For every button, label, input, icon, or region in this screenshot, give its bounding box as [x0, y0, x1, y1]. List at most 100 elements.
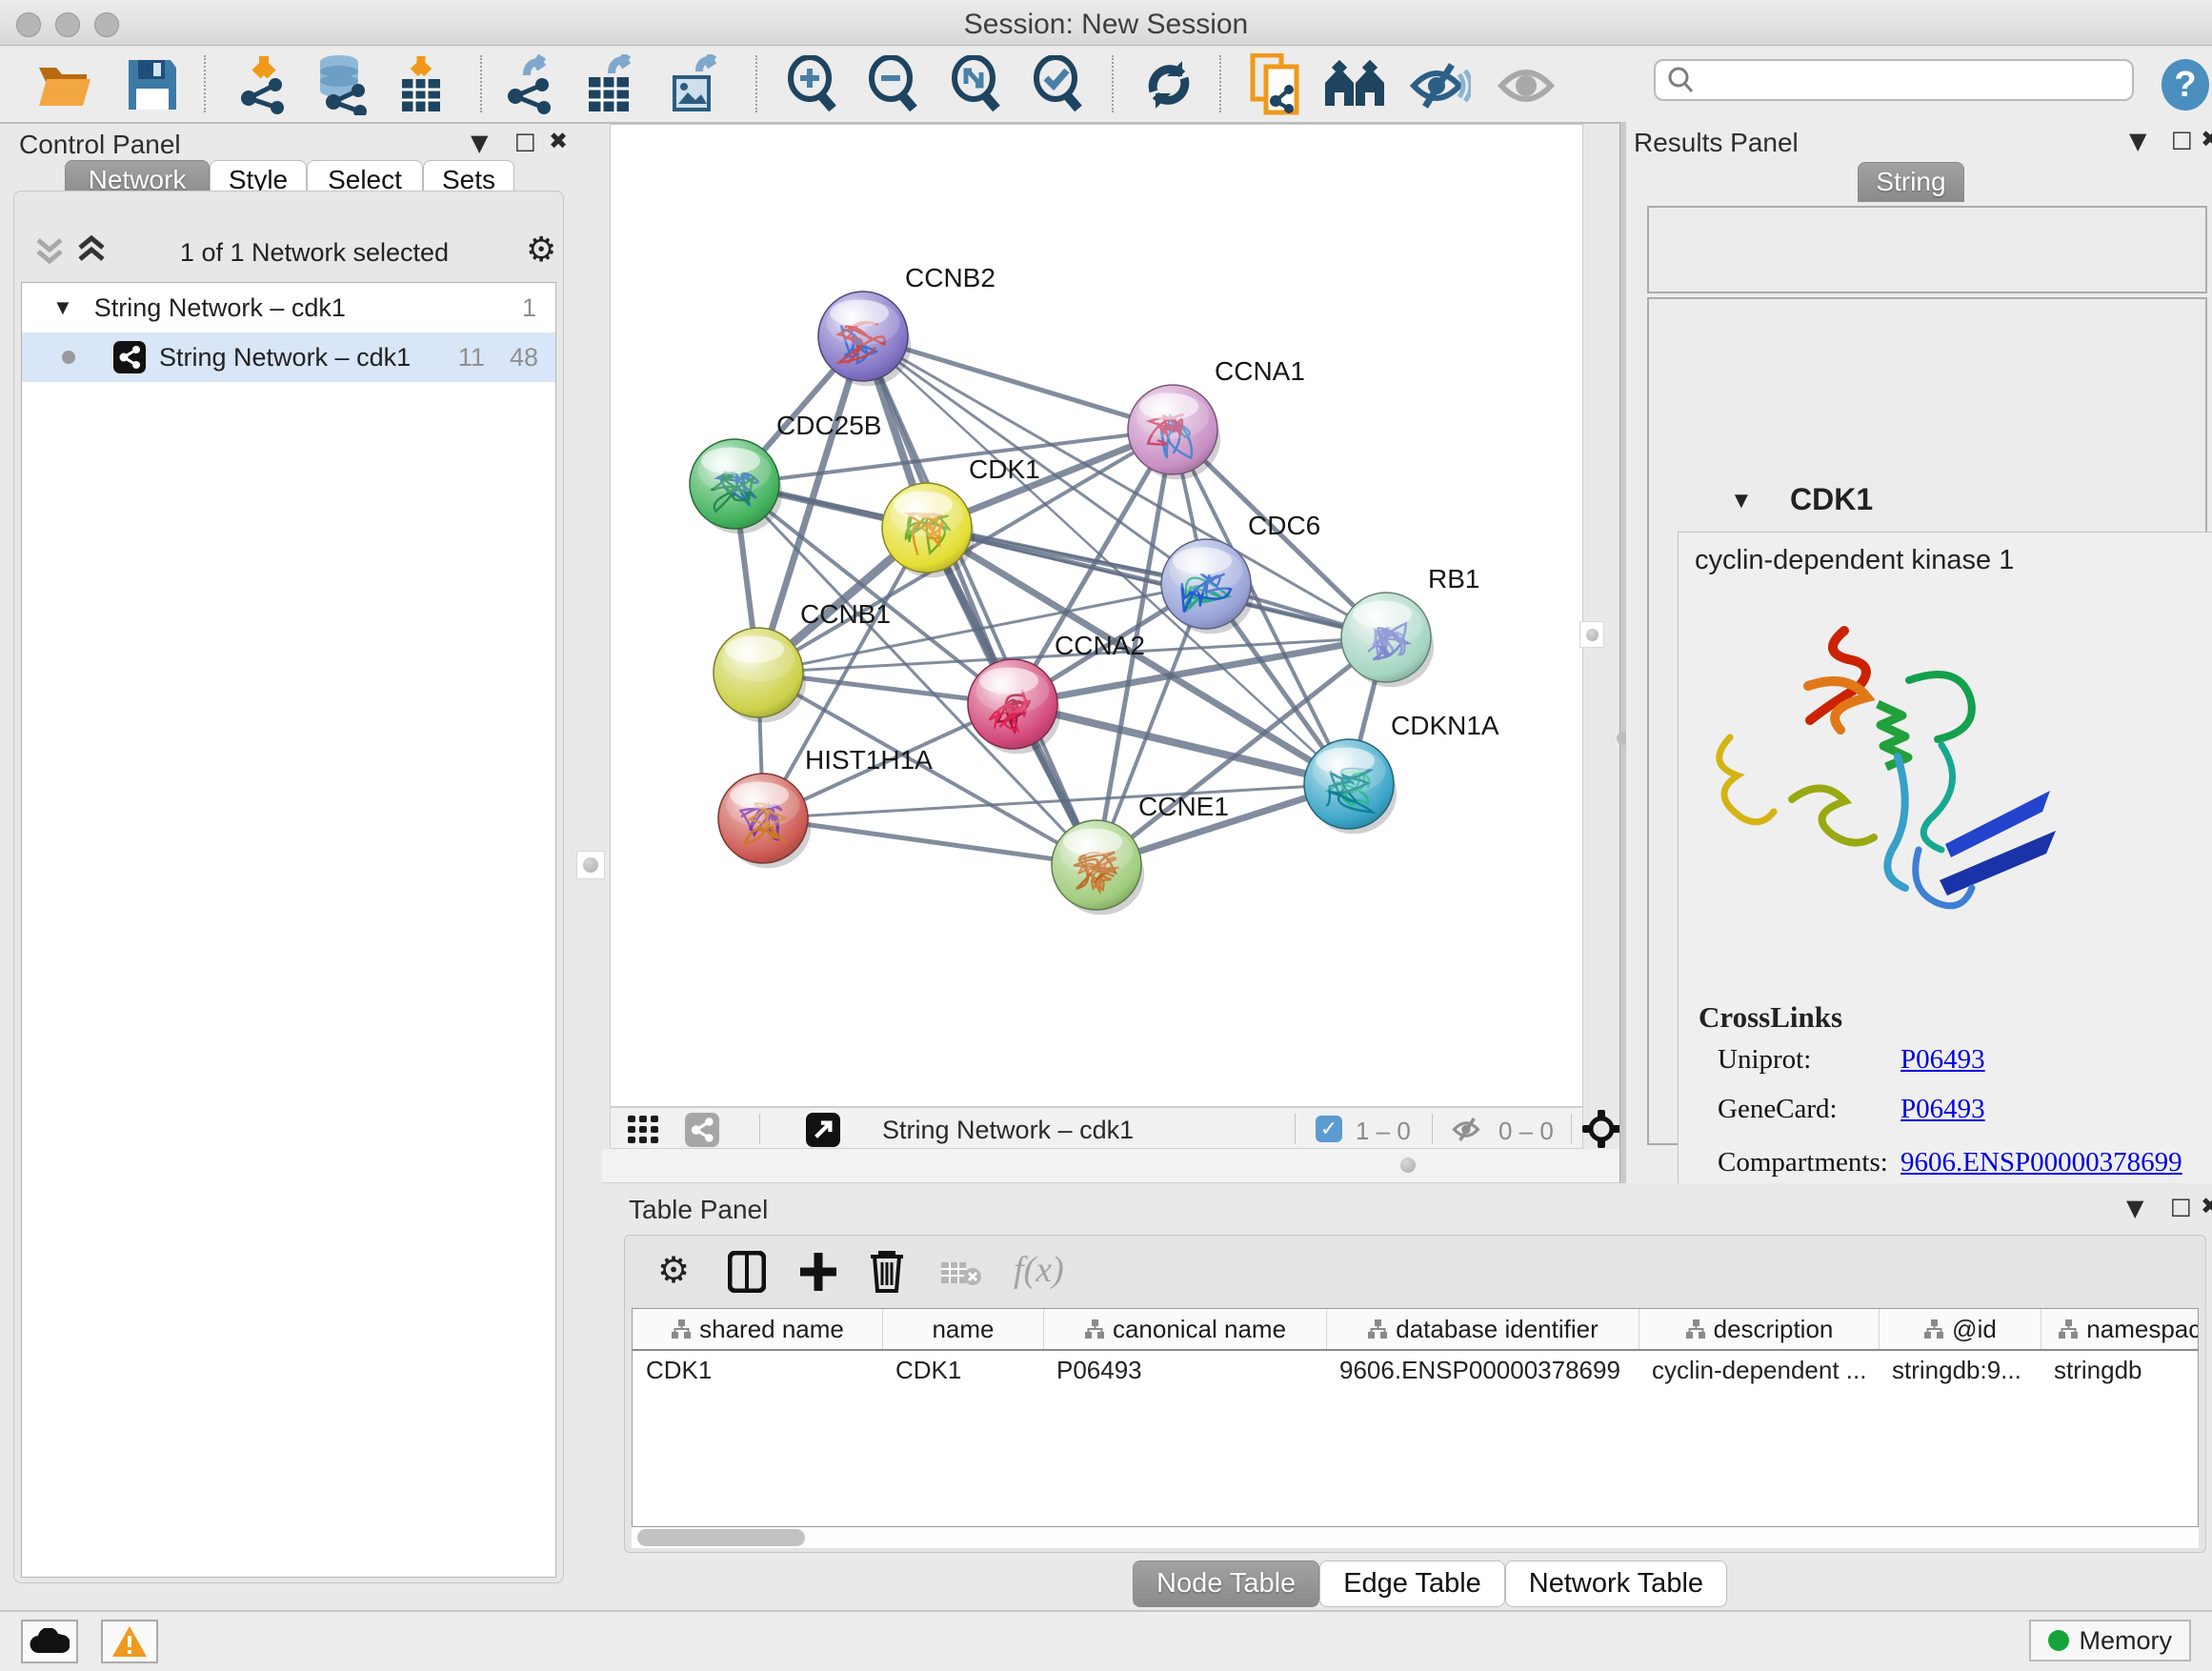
import-table-file-button[interactable]: [387, 53, 455, 116]
right-splitter-handle[interactable]: [1579, 621, 1604, 648]
help-icon: ?: [2160, 58, 2211, 111]
open-session-button[interactable]: [30, 53, 99, 116]
column-header-description[interactable]: description: [1639, 1309, 1879, 1349]
table-panel-float-icon[interactable]: □: [2170, 1195, 2192, 1218]
show-columns-icon[interactable]: [728, 1251, 766, 1293]
crosslink-value-link[interactable]: P06493: [1900, 1094, 1985, 1147]
node-ccne1[interactable]: [1052, 820, 1144, 915]
add-column-icon[interactable]: [798, 1251, 838, 1293]
bottom-splitter-handle[interactable]: [1393, 1151, 1423, 1179]
table-panel-collapse-icon[interactable]: ▼: [2126, 1197, 2143, 1219]
memory-button[interactable]: Memory: [2029, 1620, 2191, 1661]
main-toolbar: ?: [0, 46, 2212, 124]
network-row-selected[interactable]: String Network – cdk1 11 48: [22, 332, 555, 382]
export-table-icon: [583, 54, 638, 115]
selected-node-edge-counts: 1 – 0: [1356, 1117, 1411, 1146]
edge-ccne1-hist1h1a[interactable]: [763, 818, 1096, 865]
search-input[interactable]: [1696, 66, 2105, 95]
tree-expander-icon[interactable]: ▼: [52, 295, 73, 320]
node-table[interactable]: shared namenamecanonical namedatabase id…: [632, 1308, 2199, 1527]
apply-layout-button[interactable]: [1135, 53, 1203, 116]
node-cdk1[interactable]: [882, 483, 975, 577]
table-cell[interactable]: stringdb:9...: [1879, 1351, 2041, 1389]
zoom-selected-button[interactable]: [1024, 53, 1093, 116]
node-label-ccna2: CCNA2: [1055, 631, 1145, 660]
scrollbar-thumb[interactable]: [637, 1529, 805, 1546]
node-rb1[interactable]: [1341, 593, 1434, 687]
results-panel-float-icon[interactable]: □: [2171, 128, 2193, 151]
network-graph[interactable]: CCNB2CCNA1CDC25BCDK1CDC6RB1CCNB1CCNA2CDK…: [611, 125, 1582, 1106]
column-header-name[interactable]: name: [882, 1309, 1043, 1349]
network-view-share-icon[interactable]: [685, 1113, 719, 1147]
network-canvas[interactable]: CCNB2CCNA1CDC25BCDK1CDC6RB1CCNB1CCNA2CDK…: [610, 124, 1583, 1107]
node-label-ccnb1: CCNB1: [800, 599, 891, 629]
crosslink-value-link[interactable]: P06493: [1900, 1044, 1985, 1094]
table-horizontal-scrollbar[interactable]: [632, 1527, 2199, 1548]
edge-ccnb2-ccne1[interactable]: [863, 336, 1096, 865]
zoom-out-button[interactable]: [859, 53, 928, 116]
cloud-icon: [30, 1628, 70, 1655]
show-all-button[interactable]: [1492, 53, 1560, 116]
warnings-button[interactable]: [101, 1620, 158, 1663]
left-splitter-handle[interactable]: [576, 851, 605, 879]
table-cell[interactable]: CDK1: [633, 1351, 882, 1389]
export-image-button[interactable]: [660, 53, 729, 116]
tab-edge-table[interactable]: Edge Table: [1319, 1560, 1505, 1607]
column-header-shared-name[interactable]: shared name: [633, 1309, 882, 1349]
collapse-all-networks-icon[interactable]: [32, 232, 67, 267]
import-network-database-button[interactable]: [308, 53, 376, 116]
node-hist1h1a[interactable]: [718, 774, 811, 868]
automation-cloud-button[interactable]: [21, 1620, 78, 1663]
table-row[interactable]: CDK1CDK1P064939606.ENSP00000378699cyclin…: [633, 1351, 2198, 1389]
save-session-button[interactable]: [118, 53, 187, 116]
network-options-gear-icon[interactable]: ⚙: [526, 231, 556, 270]
table-cell[interactable]: P06493: [1043, 1351, 1326, 1389]
table-panel-close-icon[interactable]: ✖: [2201, 1195, 2212, 1218]
new-network-from-selection-button[interactable]: [1242, 53, 1311, 116]
tab-string[interactable]: String: [1858, 162, 1964, 202]
tab-node-table[interactable]: Node Table: [1133, 1560, 1319, 1607]
detach-view-icon[interactable]: [806, 1113, 840, 1147]
gene-expander-icon[interactable]: ▼: [1730, 488, 1753, 514]
table-body: CDK1CDK1P064939606.ENSP00000378699cyclin…: [633, 1351, 2198, 1389]
column-header-canonical-name[interactable]: canonical name: [1043, 1309, 1326, 1349]
tab-network-table[interactable]: Network Table: [1505, 1560, 1727, 1607]
fit-content-button[interactable]: [942, 53, 1011, 116]
control-panel-close-icon[interactable]: ✖: [549, 130, 568, 152]
warning-icon: [111, 1624, 149, 1659]
export-network-button[interactable]: [496, 53, 565, 116]
table-cell[interactable]: cyclin-dependent ...: [1639, 1351, 1879, 1389]
control-panel-float-icon[interactable]: □: [514, 130, 536, 152]
export-table-button[interactable]: [576, 53, 645, 116]
column-header-namespace[interactable]: namespace: [2041, 1309, 2199, 1349]
search-field[interactable]: [1654, 59, 2134, 101]
node-ccna2[interactable]: [968, 659, 1060, 754]
expand-all-networks-icon[interactable]: [74, 232, 109, 267]
table-cell[interactable]: 9606.ENSP00000378699: [1326, 1351, 1639, 1389]
import-network-file-button[interactable]: [230, 53, 298, 116]
table-cell[interactable]: stringdb: [2041, 1351, 2199, 1389]
results-panel-close-icon[interactable]: ✖: [2201, 128, 2212, 151]
table-options-gear-icon[interactable]: ⚙: [657, 1249, 690, 1291]
toolbar-separator: [755, 55, 757, 112]
control-panel-collapse-icon[interactable]: ▼: [471, 131, 488, 154]
results-panel-collapse-icon[interactable]: ▼: [2129, 130, 2146, 152]
table-cell[interactable]: CDK1: [882, 1351, 1043, 1389]
node-cdkn1a[interactable]: [1304, 739, 1397, 834]
zoom-in-button[interactable]: [778, 53, 847, 116]
help-button[interactable]: ?: [2151, 53, 2212, 116]
network-collection-row[interactable]: ▼ String Network – cdk1 1: [22, 283, 555, 332]
import-database-icon: [312, 54, 372, 115]
results-panel-scroll-strip[interactable]: [1619, 122, 1626, 1183]
grid-view-icon[interactable]: [628, 1116, 660, 1144]
delete-column-icon[interactable]: [869, 1249, 905, 1293]
protein-structure-image: [1701, 604, 2073, 928]
selected-checkbox-icon[interactable]: ✓: [1316, 1116, 1342, 1142]
column-header-database-identifier[interactable]: database identifier: [1326, 1309, 1639, 1349]
node-ccna1[interactable]: [1128, 385, 1220, 479]
birds-eye-view-icon[interactable]: [1582, 1110, 1620, 1148]
column-header--id[interactable]: @id: [1879, 1309, 2041, 1349]
hide-selected-button[interactable]: [1406, 53, 1475, 116]
node-cdc25b[interactable]: [690, 439, 782, 534]
first-neighbors-button[interactable]: [1320, 53, 1389, 116]
